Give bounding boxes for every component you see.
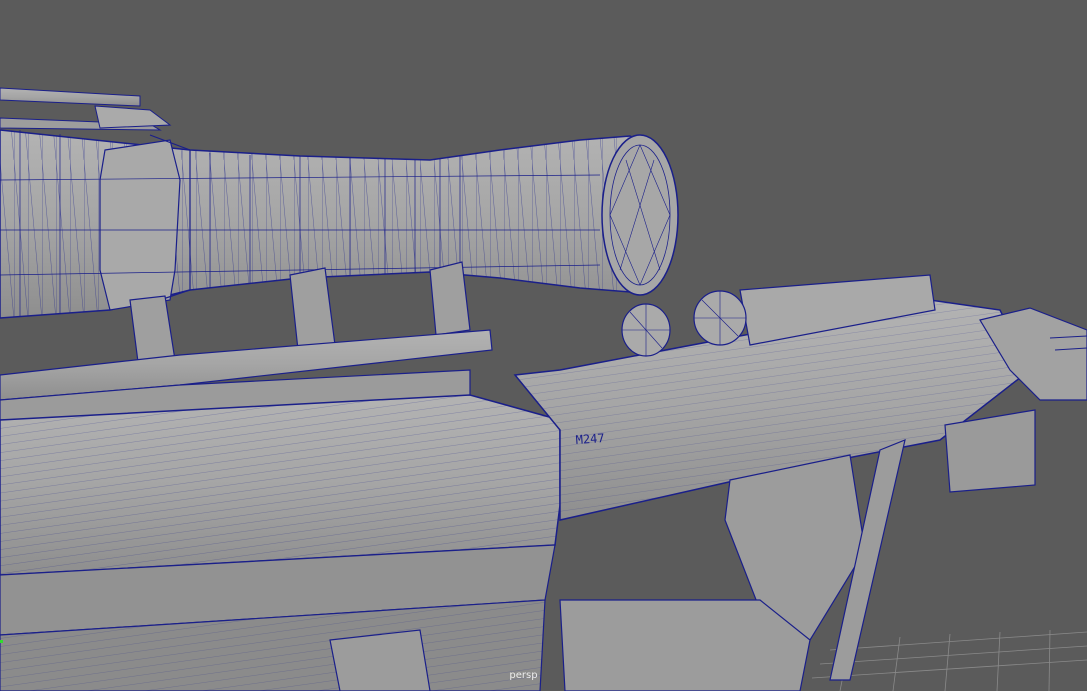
top-rail <box>0 87 172 131</box>
receiver-body <box>0 394 561 691</box>
scope-tube <box>0 129 679 319</box>
barrel-engraving: M247 <box>575 431 605 447</box>
axis-indicator <box>0 640 3 643</box>
wireframe-rifle-model[interactable]: M247 <box>0 0 1087 691</box>
camera-label: persp <box>509 670 538 681</box>
maya-perspective-viewport[interactable]: M247 persp <box>0 0 1087 691</box>
